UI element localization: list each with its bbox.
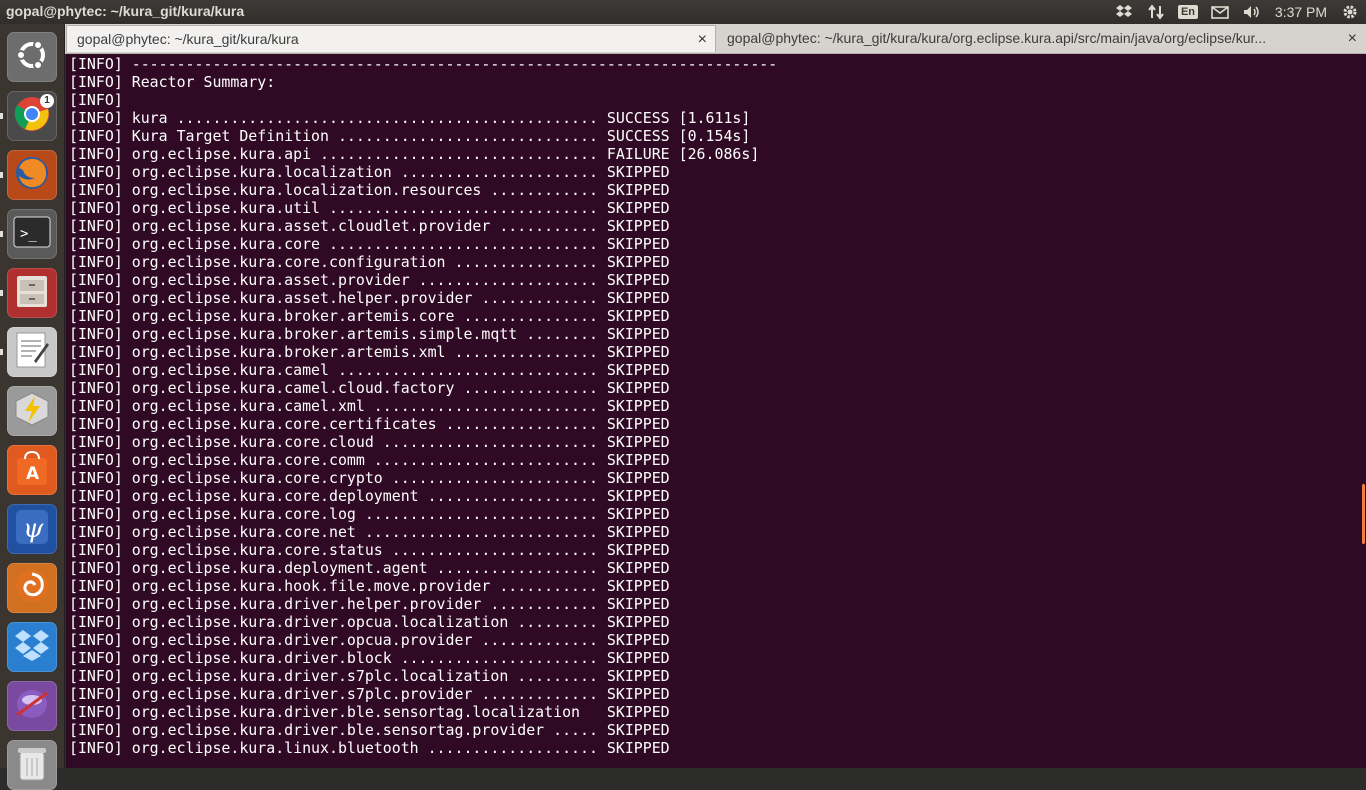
terminal-line: [INFO] kura ............................… <box>69 109 751 127</box>
launcher-item-terminal[interactable]: >_ <box>7 209 57 259</box>
running-indicator <box>0 172 3 178</box>
terminal-line: [INFO] org.eclipse.kura.core.net .......… <box>69 523 670 541</box>
network-icon[interactable] <box>1140 0 1172 24</box>
software-center-icon: A <box>14 449 50 492</box>
terminal-line: [INFO] org.eclipse.kura.hook.file.move.p… <box>69 577 670 595</box>
file-cabinet-icon <box>15 273 49 314</box>
launcher-item-chrome[interactable]: 1 <box>7 91 57 141</box>
terminal-line: [INFO] org.eclipse.kura.core.comm ......… <box>69 451 670 469</box>
svg-text:>_: >_ <box>20 226 37 242</box>
launcher-item-cube-app[interactable] <box>7 386 57 436</box>
terminal-line: [INFO] org.eclipse.kura.asset.provider .… <box>69 271 670 289</box>
running-indicator <box>0 113 3 119</box>
terminal-line: [INFO] org.eclipse.kura.driver.helper.pr… <box>69 595 670 613</box>
terminal-line: [INFO] org.eclipse.kura.core.status ....… <box>69 541 670 559</box>
swirl-icon <box>13 567 51 610</box>
terminal-line: [INFO] org.eclipse.kura.core.cloud .....… <box>69 433 670 451</box>
terminal-line: [INFO] org.eclipse.kura.core.log .......… <box>69 505 670 523</box>
tab-terminal-2[interactable]: gopal@phytec: ~/kura_git/kura/kura/org.e… <box>717 25 1365 52</box>
terminal-line: [INFO] org.eclipse.kura.localization.res… <box>69 181 670 199</box>
close-icon[interactable]: × <box>698 26 707 52</box>
terminal-line: [INFO] org.eclipse.kura.driver.s7plc.loc… <box>69 667 670 685</box>
trash-icon <box>16 744 48 787</box>
terminal-line: [INFO] org.eclipse.kura.camel.cloud.fact… <box>69 379 670 397</box>
terminal-line: [INFO] org.eclipse.kura.asset.cloudlet.p… <box>69 217 670 235</box>
terminal-line: [INFO] org.eclipse.kura.driver.opcua.loc… <box>69 613 670 631</box>
terminal-output[interactable]: [INFO] ---------------------------------… <box>66 54 1366 768</box>
terminal-icon: >_ <box>13 216 51 253</box>
keyboard-layout-indicator[interactable]: En <box>1172 0 1204 24</box>
ubuntu-logo-icon <box>14 37 50 78</box>
terminal-line: [INFO] org.eclipse.kura.util ...........… <box>69 199 670 217</box>
launcher-item-software-center[interactable]: A <box>7 445 57 495</box>
tab-label: gopal@phytec: ~/kura_git/kura/kura/org.e… <box>727 30 1267 46</box>
mail-icon[interactable] <box>1204 0 1236 24</box>
sphere-icon <box>13 685 51 728</box>
launcher-item-trash[interactable] <box>7 740 57 790</box>
lightning-cube-icon <box>13 390 51 433</box>
terminal-line: [INFO] ---------------------------------… <box>69 55 778 73</box>
terminal-line: [INFO] org.eclipse.kura.core.deployment … <box>69 487 670 505</box>
launcher-item-sphere-app[interactable] <box>7 681 57 731</box>
terminal-line: [INFO] org.eclipse.kura.broker.artemis.s… <box>69 325 670 343</box>
terminal-line: [INFO] org.eclipse.kura.driver.opcua.pro… <box>69 631 670 649</box>
svg-text:A: A <box>26 464 40 484</box>
running-indicator <box>0 290 3 296</box>
launcher-item-swirl-app[interactable] <box>7 563 57 613</box>
psi-icon: ψ <box>14 508 50 551</box>
terminal-tab-bar: gopal@phytec: ~/kura_git/kura/kura × gop… <box>65 24 1366 54</box>
launcher-item-firefox[interactable] <box>7 150 57 200</box>
terminal-line: [INFO] org.eclipse.kura.core.certificate… <box>69 415 670 433</box>
launcher-item-text-editor[interactable] <box>7 327 57 377</box>
terminal-line: [INFO] org.eclipse.kura.api ............… <box>69 145 760 163</box>
terminal-line: [INFO] org.eclipse.kura.deployment.agent… <box>69 559 670 577</box>
tab-label: gopal@phytec: ~/kura_git/kura/kura <box>77 31 299 47</box>
keyboard-layout-label: En <box>1177 5 1199 19</box>
launcher-item-files[interactable] <box>7 268 57 318</box>
launcher-item-ubuntu-dash[interactable] <box>7 32 57 82</box>
terminal-line: [INFO] Reactor Summary: <box>69 73 276 91</box>
dropbox-indicator-icon[interactable] <box>1108 0 1140 24</box>
firefox-icon <box>13 154 51 197</box>
tab-terminal-1[interactable]: gopal@phytec: ~/kura_git/kura/kura × <box>66 25 716 52</box>
terminal-line: [INFO] org.eclipse.kura.localization ...… <box>69 163 670 181</box>
terminal-line: [INFO] org.eclipse.kura.driver.ble.senso… <box>69 721 670 739</box>
terminal-line: [INFO] org.eclipse.kura.camel.xml ......… <box>69 397 670 415</box>
text-editor-icon <box>14 331 50 374</box>
terminal-line: [INFO] org.eclipse.kura.driver.block ...… <box>69 649 670 667</box>
terminal-line: [INFO] org.eclipse.kura.core.crypto ....… <box>69 469 670 487</box>
terminal-line: [INFO] org.eclipse.kura.asset.helper.pro… <box>69 289 670 307</box>
notification-badge: 1 <box>40 94 54 108</box>
launcher-item-psi-app[interactable]: ψ <box>7 504 57 554</box>
gear-icon[interactable] <box>1334 0 1366 24</box>
scrollbar[interactable] <box>1362 484 1365 544</box>
svg-text:ψ: ψ <box>23 514 44 544</box>
running-indicator <box>0 231 3 237</box>
terminal-line: [INFO] org.eclipse.kura.broker.artemis.c… <box>69 307 670 325</box>
clock[interactable]: 3:37 PM <box>1268 0 1334 24</box>
terminal-line: [INFO] org.eclipse.kura.camel ..........… <box>69 361 670 379</box>
window-title: gopal@phytec: ~/kura_git/kura/kura <box>6 3 245 19</box>
terminal-line: [INFO] org.eclipse.kura.driver.s7plc.pro… <box>69 685 670 703</box>
terminal-line: [INFO] org.eclipse.kura.linux.bluetooth … <box>69 739 670 757</box>
terminal-line: [INFO] Kura Target Definition ..........… <box>69 127 751 145</box>
terminal-text: [INFO] ---------------------------------… <box>69 55 777 757</box>
terminal-line: [INFO] org.eclipse.kura.broker.artemis.x… <box>69 343 670 361</box>
running-indicator <box>0 349 3 355</box>
volume-icon[interactable] <box>1236 0 1268 24</box>
terminal-line: [INFO] org.eclipse.kura.core.configurati… <box>69 253 670 271</box>
launcher: 1 >_ Aψ <box>0 24 65 790</box>
top-panel: gopal@phytec: ~/kura_git/kura/kura En 3:… <box>0 0 1366 24</box>
launcher-item-dropbox[interactable] <box>7 622 57 672</box>
indicator-area: En 3:37 PM <box>1108 0 1366 24</box>
terminal-line: [INFO] <box>69 91 123 109</box>
dropbox-icon <box>13 628 51 667</box>
terminal-line: [INFO] org.eclipse.kura.driver.ble.senso… <box>69 703 670 721</box>
close-icon[interactable]: × <box>1348 25 1357 52</box>
terminal-line: [INFO] org.eclipse.kura.core ...........… <box>69 235 670 253</box>
